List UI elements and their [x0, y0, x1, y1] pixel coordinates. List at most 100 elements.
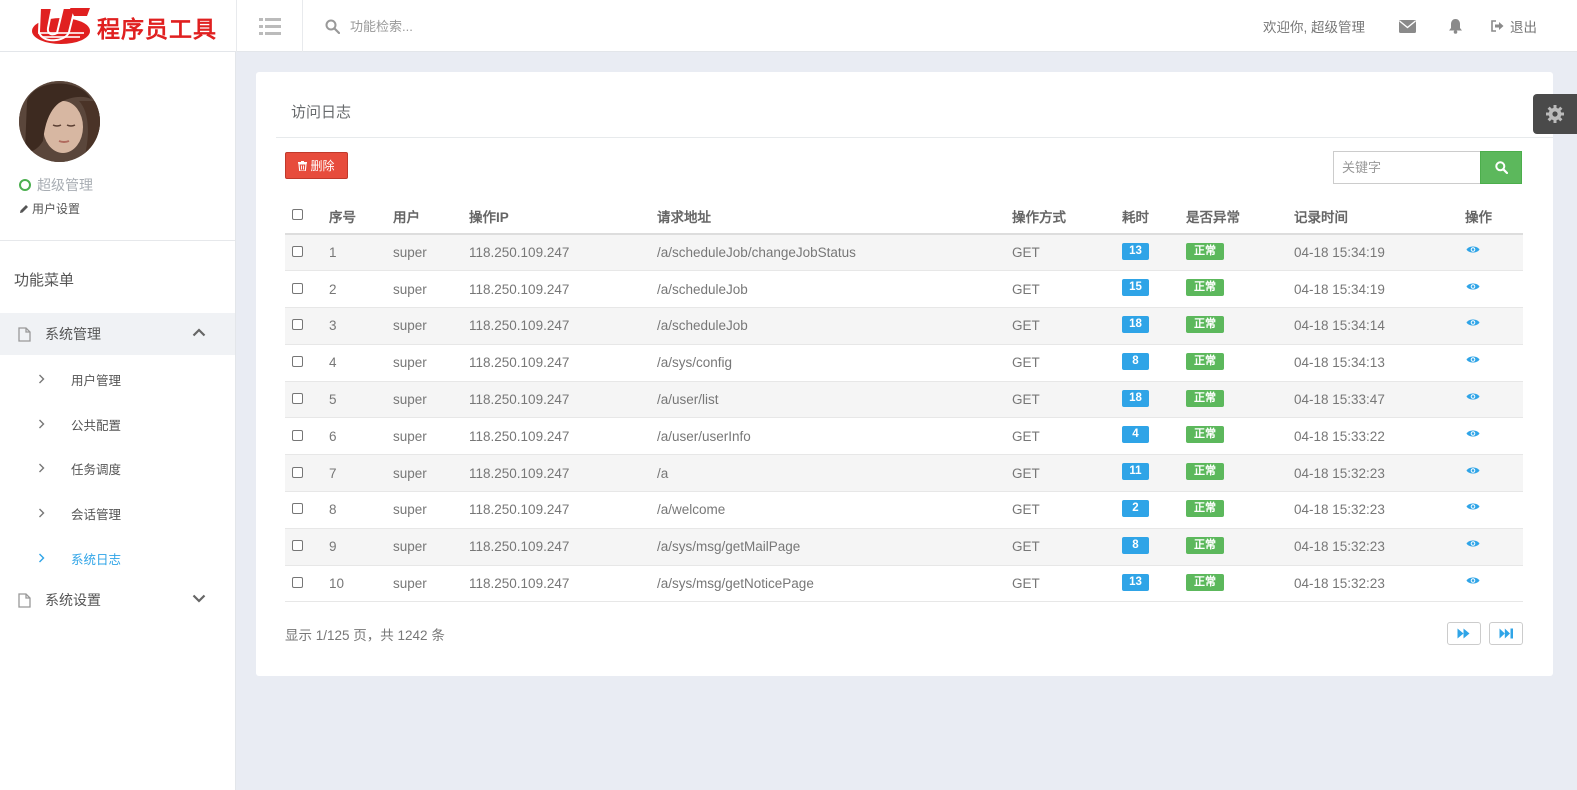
- row-checkbox[interactable]: [292, 393, 303, 405]
- view-detail-button[interactable]: [1466, 536, 1480, 551]
- mail-button[interactable]: [1395, 0, 1419, 52]
- menu-group-system-settings[interactable]: 系统设置: [0, 579, 235, 621]
- column-header[interactable]: 记录时间: [1294, 198, 1465, 235]
- menu-group-label: 系统管理: [45, 326, 101, 342]
- view-detail-button[interactable]: [1466, 499, 1480, 514]
- row-status-cell: 正常: [1186, 528, 1294, 566]
- function-search: [303, 0, 703, 52]
- sidebar-item-task-scheduling[interactable]: 任务调度: [0, 446, 235, 490]
- view-detail-button[interactable]: [1466, 573, 1480, 588]
- chevron-right-icon: [39, 508, 45, 518]
- eye-icon: [1466, 393, 1480, 400]
- sidebar-item-public-config[interactable]: 公共配置: [0, 402, 235, 446]
- chevron-down-icon: [192, 594, 206, 603]
- sidebar-item-label: 公共配置: [71, 418, 122, 433]
- column-header[interactable]: 耗时: [1122, 198, 1186, 235]
- row-checkbox[interactable]: [292, 540, 303, 552]
- column-header[interactable]: 是否异常: [1186, 198, 1294, 235]
- row-action-cell: [1465, 234, 1523, 272]
- keyword-search-button[interactable]: [1480, 151, 1522, 184]
- row-number: 6: [329, 417, 393, 456]
- logout-label: 退出: [1510, 20, 1537, 35]
- row-select-cell: [285, 417, 329, 456]
- brand[interactable]: 程序员工具: [0, 0, 237, 52]
- view-detail-button[interactable]: [1466, 389, 1480, 404]
- sidebar-item-label: 系统日志: [71, 552, 122, 567]
- row-status-cell: 正常: [1186, 307, 1294, 345]
- row-checkbox[interactable]: [292, 503, 303, 515]
- sidebar-item-session-management[interactable]: 会话管理: [0, 491, 235, 535]
- row-duration-cell: 13: [1122, 565, 1186, 603]
- menu-toggle-button[interactable]: [237, 0, 303, 52]
- row-number: 4: [329, 344, 393, 382]
- menu-group-label: 系统设置: [45, 592, 101, 608]
- row-number: 2: [329, 270, 393, 309]
- row-select-cell: [285, 307, 329, 345]
- column-header[interactable]: 序号: [329, 198, 393, 235]
- logout-button[interactable]: 退出: [1491, 16, 1537, 36]
- search-icon: [325, 19, 340, 34]
- status-badge: 正常: [1186, 389, 1224, 407]
- column-header[interactable]: 用户: [393, 198, 469, 235]
- row-method: GET: [1012, 381, 1122, 419]
- view-detail-button[interactable]: [1466, 352, 1480, 367]
- last-page-button[interactable]: [1489, 622, 1523, 645]
- sidebar-item-label: 任务调度: [71, 462, 122, 477]
- row-checkbox[interactable]: [292, 356, 303, 368]
- eye-icon: [1466, 319, 1480, 326]
- notification-button[interactable]: [1443, 0, 1467, 52]
- user-settings-label: 用户设置: [32, 202, 81, 216]
- view-detail-button[interactable]: [1466, 279, 1480, 294]
- row-status-cell: 正常: [1186, 270, 1294, 309]
- view-detail-button[interactable]: [1466, 426, 1480, 441]
- select-all-checkbox[interactable]: [292, 209, 303, 220]
- column-header[interactable]: 操作方式: [1012, 198, 1122, 235]
- view-detail-button[interactable]: [1466, 315, 1480, 330]
- avatar[interactable]: [19, 81, 100, 162]
- row-duration-cell: 8: [1122, 344, 1186, 382]
- eye-icon: [1466, 430, 1480, 437]
- user-settings-link[interactable]: 用户设置: [19, 200, 80, 217]
- row-select-cell: [285, 381, 329, 419]
- row-checkbox[interactable]: [292, 466, 303, 478]
- sidebar-item-system-log[interactable]: 系统日志: [0, 536, 235, 580]
- view-detail-button[interactable]: [1466, 242, 1480, 257]
- row-ip: 118.250.109.247: [469, 491, 657, 529]
- row-user: super: [393, 528, 469, 566]
- row-action-cell: [1465, 528, 1523, 566]
- row-user: super: [393, 270, 469, 309]
- table-row: 9 super 118.250.109.247/a/sys/msg/getMailP…: [285, 528, 1523, 566]
- function-search-input[interactable]: [350, 18, 650, 34]
- column-header[interactable]: 请求地址: [657, 198, 1012, 235]
- row-user: super: [393, 234, 469, 272]
- delete-button[interactable]: 删除: [285, 152, 348, 179]
- row-select-cell: [285, 528, 329, 566]
- keyword-search-input[interactable]: [1333, 151, 1481, 184]
- row-checkbox[interactable]: [292, 246, 303, 258]
- row-method: GET: [1012, 270, 1122, 309]
- row-url: /a/user/list: [657, 381, 1012, 419]
- row-user: super: [393, 417, 469, 456]
- theme-settings-button[interactable]: [1533, 94, 1577, 134]
- column-header[interactable]: 操作IP: [469, 198, 657, 235]
- row-ip: 118.250.109.247: [469, 454, 657, 493]
- row-number: 3: [329, 307, 393, 345]
- row-checkbox[interactable]: [292, 577, 303, 589]
- sidebar-item-user-management[interactable]: 用户管理: [0, 357, 235, 401]
- row-url: /a/scheduleJob: [657, 307, 1012, 345]
- row-url: /a/scheduleJob/changeJobStatus: [657, 234, 1012, 272]
- row-checkbox[interactable]: [292, 429, 303, 441]
- status-badge: 正常: [1186, 536, 1224, 554]
- duration-badge: 13: [1122, 242, 1149, 260]
- duration-badge: 15: [1122, 279, 1149, 297]
- view-detail-button[interactable]: [1466, 463, 1480, 478]
- row-select-cell: [285, 565, 329, 603]
- chevron-right-icon: [39, 374, 45, 384]
- row-checkbox[interactable]: [292, 319, 303, 331]
- row-action-cell: [1465, 344, 1523, 382]
- row-checkbox[interactable]: [292, 282, 303, 294]
- menu-group-system-management[interactable]: 系统管理: [0, 313, 235, 355]
- row-user: super: [393, 381, 469, 419]
- next-page-button[interactable]: [1447, 622, 1481, 645]
- row-url: /a/welcome: [657, 491, 1012, 529]
